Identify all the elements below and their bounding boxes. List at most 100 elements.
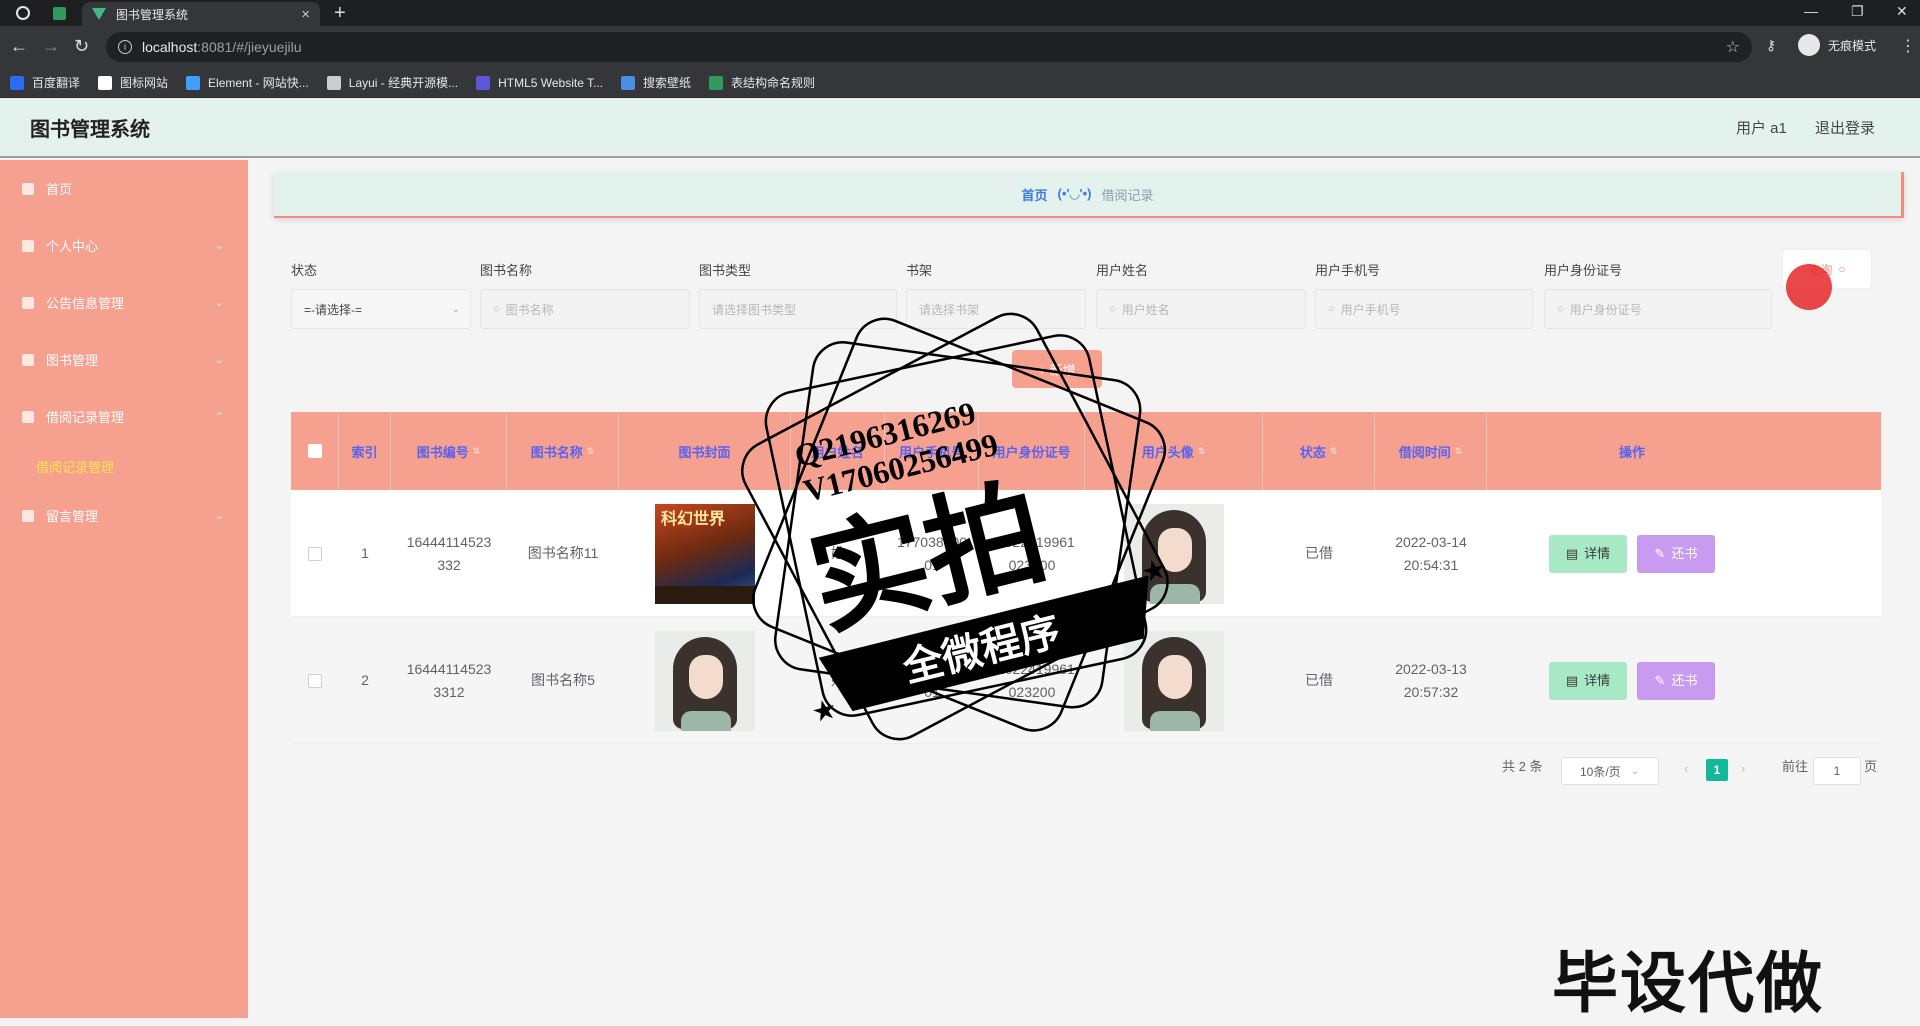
forward-icon[interactable]: → [42,36,60,56]
goto-page-input[interactable]: 1 [1813,757,1861,785]
user-idcard-label: 用户身份证号 [1544,263,1623,278]
column-header[interactable]: 图书名称 ⇅ [507,412,619,490]
row-checkbox[interactable] [308,673,322,688]
detail-button[interactable]: ▤ 详情 [1549,534,1627,573]
sort-icon[interactable]: ⇅ [473,446,481,457]
browser-pinned-tab[interactable] [12,3,34,23]
sidebar-item-profile[interactable]: 个人中心 ⌄ [0,217,248,274]
sidebar-item-label: 借阅记录管理 [46,410,125,425]
search-icon: ○ [1838,262,1846,276]
sidebar-item-label: 留言管理 [46,509,99,524]
site-info-icon[interactable]: i [118,40,132,54]
breadcrumb-home[interactable]: 首页 [1022,185,1048,204]
bookmark-label: 搜索壁纸 [643,76,692,90]
sidebar-item-label: 公告信息管理 [46,296,125,311]
status-label: 状态 [291,263,318,278]
briefcase-icon [22,296,34,309]
bookmark-favicon-icon [476,75,491,90]
page-size-select[interactable]: 10条/页 ⌄ [1561,757,1659,785]
browser-tab-active[interactable]: 图书管理系统 × [82,2,320,26]
back-icon[interactable]: ← [10,36,28,56]
next-page-icon[interactable]: › [1741,761,1745,776]
sidebar-item-notices[interactable]: 公告信息管理 ⌄ [0,274,248,331]
minimize-icon[interactable]: — [1804,3,1818,19]
bookmark-label: Element - 网站快... [208,76,309,90]
return-button[interactable]: ✎ 还书 [1637,534,1715,573]
bookmark-label: HTML5 Website T... [498,75,604,90]
sidebar-item-label: 首页 [46,182,73,197]
close-tab-icon[interactable]: × [301,6,310,23]
user-phone-input[interactable]: ○ 用户手机号 [1315,289,1533,329]
document-icon: ▤ [1565,546,1579,561]
bookmark-label: 图标网站 [120,76,169,90]
password-key-icon[interactable]: ⚷ [1766,37,1776,54]
search-icon: ○ [1557,303,1564,315]
address-bar[interactable]: i localhost :8081/#/jieyuejilu ☆ [106,32,1752,62]
bookmark-favicon-icon [98,75,113,90]
browser-pinned-tab[interactable] [48,3,70,23]
user-phone-placeholder: 用户手机号 [1340,302,1401,317]
url-path: :8081/#/jieyuejilu [197,39,302,55]
logout-link[interactable]: 退出登录 [1815,117,1875,138]
chevron-down-icon: ⌄ [214,354,224,366]
column-header[interactable]: 状态 ⇅ [1263,412,1375,490]
bookmark-item[interactable]: 搜索壁纸 [621,74,691,91]
column-header-label: 图书编号 [416,444,469,460]
reload-icon[interactable]: ↻ [74,36,89,56]
bookmark-item[interactable]: 图标网站 [98,74,168,91]
borrow-time-cell: 2022-03-14 20:54:31 [1375,490,1487,617]
user-idcard-placeholder: 用户身份证号 [1569,302,1642,317]
book-name-cell: 图书名称11 [527,545,599,561]
sort-icon[interactable]: ⇅ [587,446,595,457]
bookmark-star-icon[interactable]: ☆ [1726,37,1740,57]
chevron-down-icon: ⌄ [214,297,224,309]
browser-menu-icon[interactable]: ⋮ [1900,36,1916,56]
sidebar-subitem-borrow-records[interactable]: 借阅记录管理 [0,445,248,487]
chevron-down-icon: ⌄ [214,510,224,522]
search-icon: ○ [1328,303,1335,315]
column-header-label: 借阅时间 [1398,444,1451,460]
detail-button[interactable]: ▤ 详情 [1549,661,1627,700]
sidebar-item-messages[interactable]: 留言管理 ⌄ [0,487,248,544]
incognito-icon [1798,34,1820,56]
return-button[interactable]: ✎ 还书 [1637,661,1715,700]
select-all-checkbox[interactable] [307,444,322,458]
bookmark-item[interactable]: Layui - 经典开源模... [326,74,459,91]
page-number-current[interactable]: 1 [1706,759,1728,781]
detail-button-label: 详情 [1584,546,1611,561]
corner-watermark: 毕设代做 [1552,946,1824,1020]
status-select[interactable]: =-请选择-= ⌄ [291,289,471,329]
sidebar: 首页 个人中心 ⌄ 公告信息管理 ⌄ 图书管理 ⌄ 借阅记录管理 ⌃ 借阅记录管… [0,160,248,1018]
star-icon: ★ [808,692,840,728]
sort-icon[interactable]: ⇅ [1455,446,1463,457]
sort-icon[interactable]: ⇅ [1198,446,1206,457]
column-header[interactable]: 图书编号 ⇅ [391,412,507,490]
restore-icon[interactable]: ❐ [1851,3,1864,20]
column-header[interactable]: 借阅时间 ⇅ [1375,412,1487,490]
incognito-indicator[interactable]: 无痕模式 [1798,34,1876,56]
tab-title: 图书管理系统 [116,7,189,22]
bookmark-favicon-icon [621,75,636,90]
prev-page-icon[interactable]: ‹ [1684,761,1688,776]
user-idcard-input[interactable]: ○ 用户身份证号 [1544,289,1772,329]
close-window-icon[interactable]: ✕ [1896,3,1908,20]
bookmark-item[interactable]: 表结构命名规则 [709,74,815,91]
bookmark-label: Layui - 经典开源模... [348,76,459,90]
bookmark-item[interactable]: HTML5 Website T... [476,75,604,90]
sidebar-item-label: 图书管理 [46,353,99,368]
sidebar-item-books[interactable]: 图书管理 ⌄ [0,331,248,388]
book-name-input[interactable]: ○ 图书名称 [480,289,690,329]
bookmark-item[interactable]: 百度翻译 [10,74,80,91]
bookmark-item[interactable]: Element - 网站快... [186,74,309,91]
actions-cell: ▤ 详情 ✎ 还书 [1487,617,1777,744]
sidebar-item-home[interactable]: 首页 [0,160,248,217]
chevron-down-icon: ⌄ [451,303,460,315]
column-header-label: 索引 [351,444,378,460]
sort-icon[interactable]: ⇅ [1330,446,1338,457]
row-checkbox[interactable] [308,546,322,561]
pinned-tab-icon [16,6,30,20]
book-name-placeholder: 图书名称 [505,302,554,317]
new-tab-button[interactable]: + [334,2,346,24]
clipboard-icon [22,353,34,366]
sidebar-item-borrow-records[interactable]: 借阅记录管理 ⌃ [0,388,248,445]
